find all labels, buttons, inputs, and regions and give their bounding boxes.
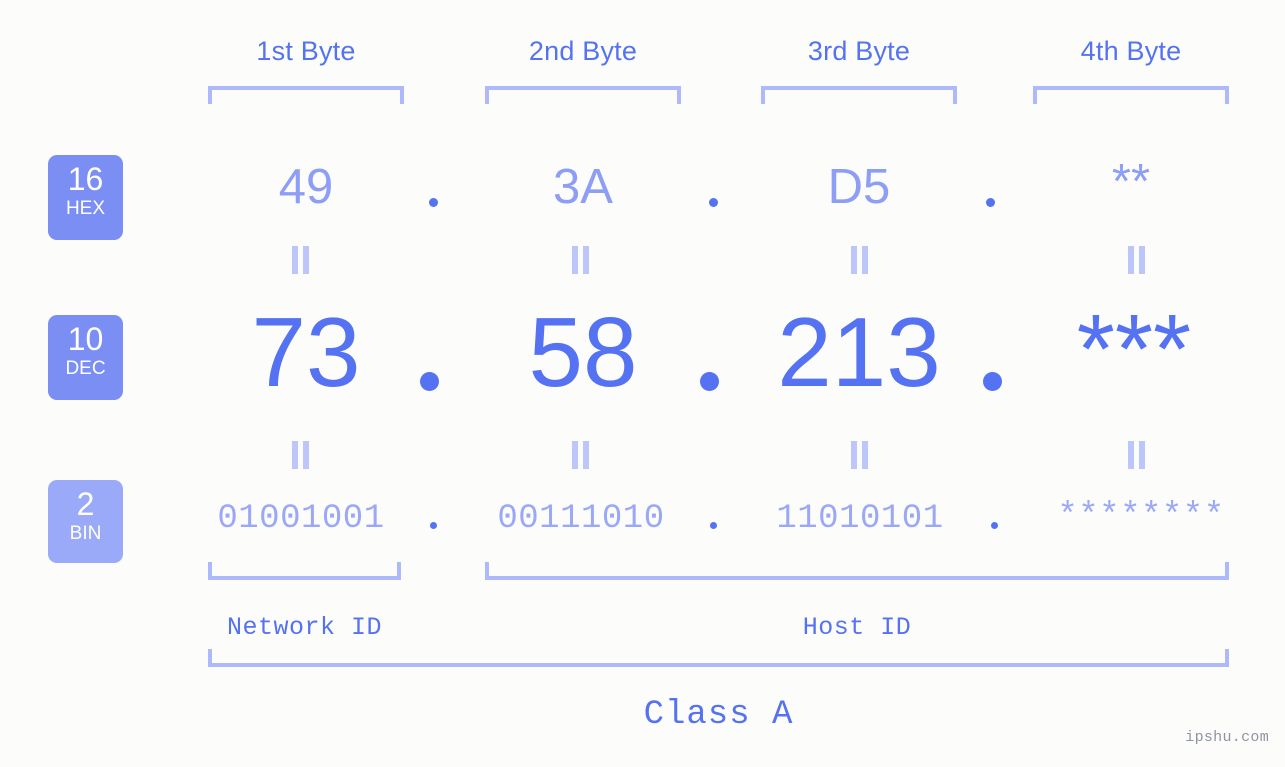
equals-mark-dec-bin-3 <box>849 441 870 469</box>
base-badge-bin-number: 2 <box>76 486 95 522</box>
site-watermark: ipshu.com <box>1185 729 1269 746</box>
class-bracket <box>208 649 1229 667</box>
dec-byte-1: 73 <box>251 297 361 407</box>
base-badge-hex: 16 HEX <box>48 155 123 240</box>
base-badge-hex-number: 16 <box>67 161 104 197</box>
bin-separator-dot-2 <box>710 522 717 529</box>
dec-byte-3: 213 <box>777 297 941 407</box>
equals-mark-hex-dec-4 <box>1126 246 1147 274</box>
hex-separator-dot-3 <box>986 198 995 207</box>
byte-header-1: 1st Byte <box>256 36 356 66</box>
hex-byte-2: 3A <box>553 160 613 214</box>
hex-byte-3: D5 <box>827 160 891 214</box>
hex-byte-4: ** <box>1111 155 1151 209</box>
hex-separator-dot-2 <box>709 198 718 207</box>
bin-byte-3: 11010101 <box>776 500 944 538</box>
bin-byte-2: 00111010 <box>497 500 665 538</box>
ip-address-breakdown-diagram: 1st Byte 2nd Byte 3rd Byte 4th Byte 16 H… <box>0 0 1285 767</box>
dec-separator-dot-2 <box>700 372 719 391</box>
equals-mark-dec-bin-1 <box>290 441 311 469</box>
host-id-label: Host ID <box>802 613 912 642</box>
dec-byte-4: *** <box>1076 294 1192 404</box>
byte-header-4: 4th Byte <box>1080 36 1182 66</box>
base-badge-hex-name: HEX <box>65 198 106 219</box>
base-badge-bin-name: BIN <box>69 523 102 544</box>
equals-mark-hex-dec-3 <box>849 246 870 274</box>
bin-byte-4: ******** <box>1057 498 1225 536</box>
dec-byte-2: 58 <box>528 297 638 407</box>
hex-byte-1: 49 <box>278 160 334 214</box>
bin-separator-dot-1 <box>430 522 437 529</box>
equals-mark-hex-dec-1 <box>290 246 311 274</box>
dec-separator-dot-1 <box>420 372 439 391</box>
base-badge-dec-name: DEC <box>65 358 106 379</box>
hex-separator-dot-1 <box>429 198 438 207</box>
byte-bracket-3 <box>761 86 957 104</box>
byte-bracket-4 <box>1033 86 1229 104</box>
equals-mark-hex-dec-2 <box>570 246 591 274</box>
dec-separator-dot-3 <box>983 372 1002 391</box>
base-badge-dec-number: 10 <box>67 321 104 357</box>
byte-bracket-1 <box>208 86 404 104</box>
equals-mark-dec-bin-2 <box>570 441 591 469</box>
network-id-bracket <box>208 562 401 580</box>
bin-byte-1: 01001001 <box>217 500 385 538</box>
base-badge-bin: 2 BIN <box>48 480 123 563</box>
byte-header-3: 3rd Byte <box>807 36 911 66</box>
bin-separator-dot-3 <box>991 522 998 529</box>
class-label: Class A <box>643 696 794 734</box>
base-badge-dec: 10 DEC <box>48 315 123 400</box>
byte-bracket-2 <box>485 86 681 104</box>
equals-mark-dec-bin-4 <box>1126 441 1147 469</box>
network-id-label: Network ID <box>226 613 383 642</box>
byte-header-2: 2nd Byte <box>528 36 638 66</box>
host-id-bracket <box>485 562 1229 580</box>
